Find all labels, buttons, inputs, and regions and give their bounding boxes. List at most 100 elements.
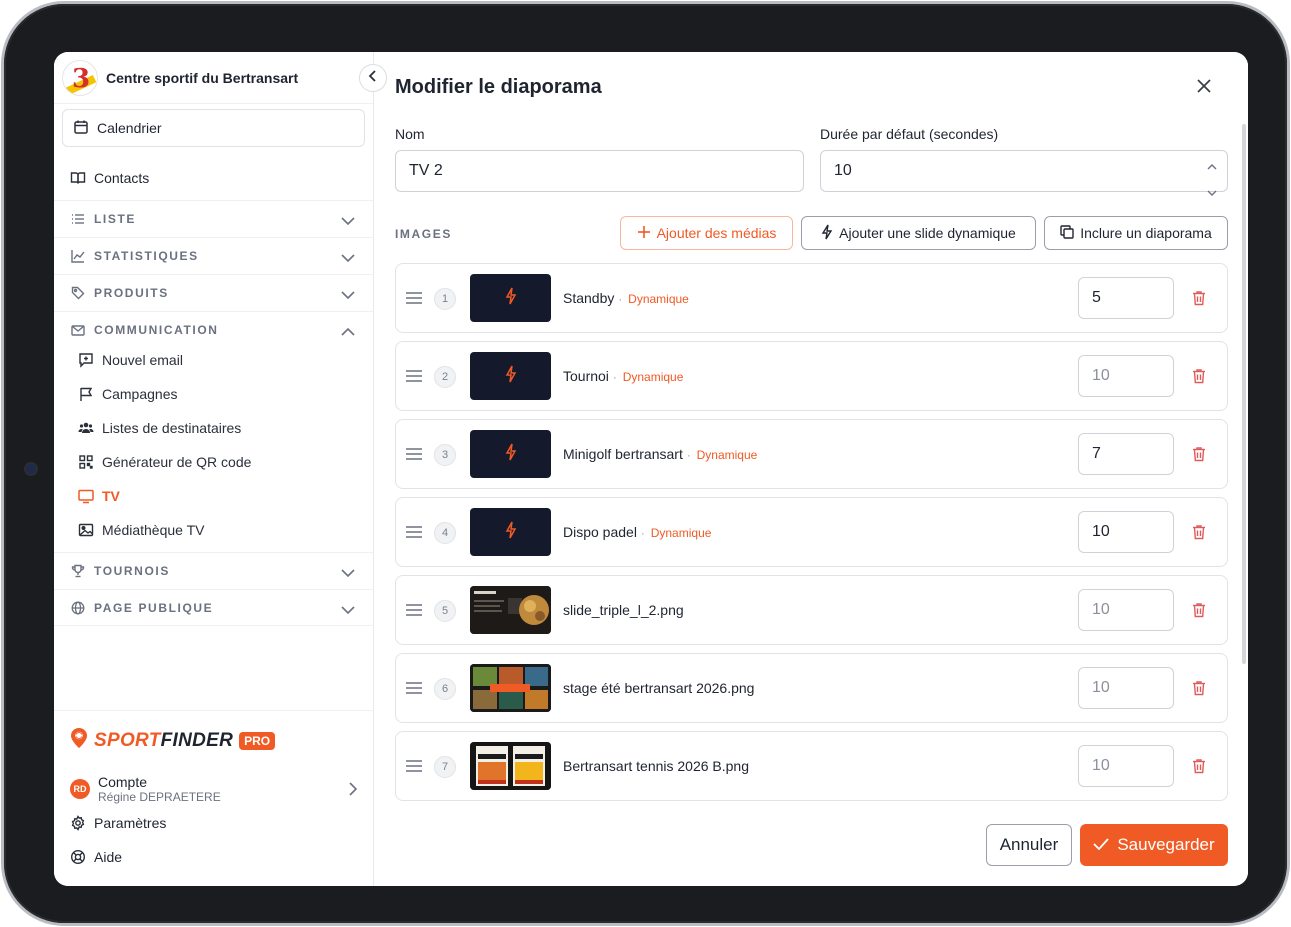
collapse-sidebar-button[interactable]: [359, 64, 387, 92]
drag-handle-icon[interactable]: [406, 525, 422, 543]
nav-item-nouvel-email[interactable]: Nouvel email: [78, 348, 183, 372]
chevron-down-icon: [340, 250, 356, 266]
drag-handle-icon[interactable]: [406, 369, 422, 387]
nav-section-statistiques[interactable]: STATISTIQUES: [54, 237, 374, 274]
trash-icon[interactable]: [1192, 290, 1206, 311]
settings-label: Paramètres: [94, 815, 167, 831]
nav-item-label: Générateur de QR code: [102, 454, 252, 470]
slide-row[interactable]: 7 Bertransart tennis 2026 B.png 10: [395, 731, 1228, 801]
drag-handle-icon[interactable]: [406, 603, 422, 621]
nav-item-label: Campagnes: [102, 386, 178, 402]
brand-part-2: FINDER: [160, 729, 234, 751]
slide-name: Dispo padel: [563, 524, 637, 540]
slide-name: Bertransart tennis 2026 B.png: [563, 758, 750, 774]
name-input[interactable]: [395, 150, 804, 192]
slide-row[interactable]: 4 Dispo padel · Dynamique 10: [395, 497, 1228, 567]
slide-duration-input[interactable]: 10: [1078, 667, 1174, 709]
slide-duration-input[interactable]: 7: [1078, 433, 1174, 475]
include-slideshow-button[interactable]: Inclure un diaporama: [1044, 216, 1228, 250]
lightning-icon: [505, 443, 517, 466]
account-menu[interactable]: RD Compte Régine DEPRAETERE: [70, 771, 360, 807]
nav-item-label: Nouvel email: [102, 352, 183, 368]
sidebar-footer: SPORTFINDER PRO RD Compte Régine DEPRAET…: [54, 710, 374, 886]
add-dynamic-slide-button[interactable]: Ajouter une slide dynamique: [801, 216, 1036, 250]
org-header[interactable]: 3 Centre sportif du Bertransart: [54, 52, 373, 104]
mail-icon: [70, 322, 86, 338]
nav-item-campagnes[interactable]: Campagnes: [78, 382, 178, 406]
slide-duration-input[interactable]: 10: [1078, 745, 1174, 787]
nav-section-tournois[interactable]: TOURNOIS: [54, 552, 374, 589]
settings-link[interactable]: Paramètres: [70, 815, 166, 831]
qr-code-icon: [78, 454, 94, 470]
default-duration-label: Durée par défaut (secondes): [820, 126, 999, 142]
nav-section-page-publique[interactable]: PAGE PUBLIQUE: [54, 589, 374, 626]
slide-row[interactable]: 6 stage été bertransart 2026.png 10: [395, 653, 1228, 723]
modal-scrollbar[interactable]: [1242, 124, 1246, 664]
dynamic-tag: Dynamique: [696, 448, 758, 462]
slide-row[interactable]: 1 Standby · Dynamique 5: [395, 263, 1228, 333]
trash-icon[interactable]: [1192, 680, 1206, 701]
chart-icon: [70, 248, 86, 264]
trash-icon[interactable]: [1192, 524, 1206, 545]
stepper-up-icon[interactable]: [1207, 157, 1217, 175]
number-stepper[interactable]: [1207, 157, 1217, 201]
slide-row[interactable]: 5 slide_triple_l_2.png 10: [395, 575, 1228, 645]
nav-contacts-label: Contacts: [94, 170, 150, 186]
modal-title: Modifier le diaporama: [395, 76, 602, 98]
slide-thumbnail: [470, 508, 551, 556]
message-plus-icon: [78, 352, 94, 368]
cancel-button[interactable]: Annuler: [986, 824, 1072, 866]
lightning-icon: [505, 365, 517, 388]
org-name: Centre sportif du Bertransart: [106, 69, 299, 86]
stepper-down-icon[interactable]: [1207, 183, 1217, 201]
images-section-label: IMAGES: [395, 227, 452, 241]
add-media-button[interactable]: Ajouter des médias: [620, 216, 793, 250]
add-media-label: Ajouter des médias: [656, 225, 777, 241]
default-duration-input[interactable]: 10: [820, 150, 1228, 196]
slide-index: 6: [434, 678, 456, 700]
nav-item-listes-destinataires[interactable]: Listes de destinataires: [78, 416, 241, 440]
nav-item-tv[interactable]: TV: [78, 484, 120, 508]
drag-handle-icon[interactable]: [406, 447, 422, 465]
lightning-icon: [821, 224, 833, 243]
slide-duration-input[interactable]: 10: [1078, 355, 1174, 397]
drag-handle-icon[interactable]: [406, 681, 422, 699]
nav-section-produits[interactable]: PRODUITS: [54, 274, 374, 311]
book-open-icon: [70, 170, 86, 186]
drag-handle-icon[interactable]: [406, 291, 422, 309]
sportfinder-logo: SPORTFINDER PRO: [70, 727, 276, 754]
slide-row[interactable]: 2 Tournoi · Dynamique 10: [395, 341, 1228, 411]
trash-icon[interactable]: [1192, 368, 1206, 389]
default-duration-value: 10: [834, 162, 852, 179]
slide-row[interactable]: 3 Minigolf bertransart · Dynamique 7: [395, 419, 1228, 489]
drag-handle-icon[interactable]: [406, 759, 422, 777]
slide-duration-input[interactable]: 10: [1078, 589, 1174, 631]
close-button[interactable]: [1194, 78, 1214, 98]
slide-duration-input[interactable]: 10: [1078, 511, 1174, 553]
account-user: Régine DEPRAETERE: [98, 790, 221, 804]
nav-section-communication[interactable]: COMMUNICATION: [54, 311, 374, 348]
map-pin-icon: [70, 727, 88, 754]
nav-calendar[interactable]: Calendrier: [62, 109, 365, 147]
nav-section-liste[interactable]: LISTE: [54, 200, 374, 237]
edit-slideshow-modal: Modifier le diaporama Nom Durée par défa…: [374, 52, 1248, 886]
chevron-up-icon: [340, 324, 356, 340]
nav-item-qr-generator[interactable]: Générateur de QR code: [78, 450, 251, 474]
slide-name: Minigolf bertransart: [563, 446, 683, 462]
trash-icon[interactable]: [1192, 446, 1206, 467]
save-button[interactable]: Sauvegarder: [1080, 824, 1228, 866]
trash-icon[interactable]: [1192, 602, 1206, 623]
flag-icon: [78, 386, 94, 402]
check-icon: [1093, 835, 1109, 855]
slide-duration-input[interactable]: 5: [1078, 277, 1174, 319]
nav-contacts[interactable]: Contacts: [54, 164, 374, 192]
account-title: Compte: [98, 774, 148, 790]
chevron-down-icon: [340, 602, 356, 618]
slide-name: Tournoi: [563, 368, 609, 384]
nav-item-label: Listes de destinataires: [102, 420, 242, 436]
nav-item-mediatheque-tv[interactable]: Médiathèque TV: [78, 518, 204, 542]
slide-index: 4: [434, 522, 456, 544]
chevron-down-icon: [340, 565, 356, 581]
help-link[interactable]: Aide: [70, 849, 122, 865]
trash-icon[interactable]: [1192, 758, 1206, 779]
